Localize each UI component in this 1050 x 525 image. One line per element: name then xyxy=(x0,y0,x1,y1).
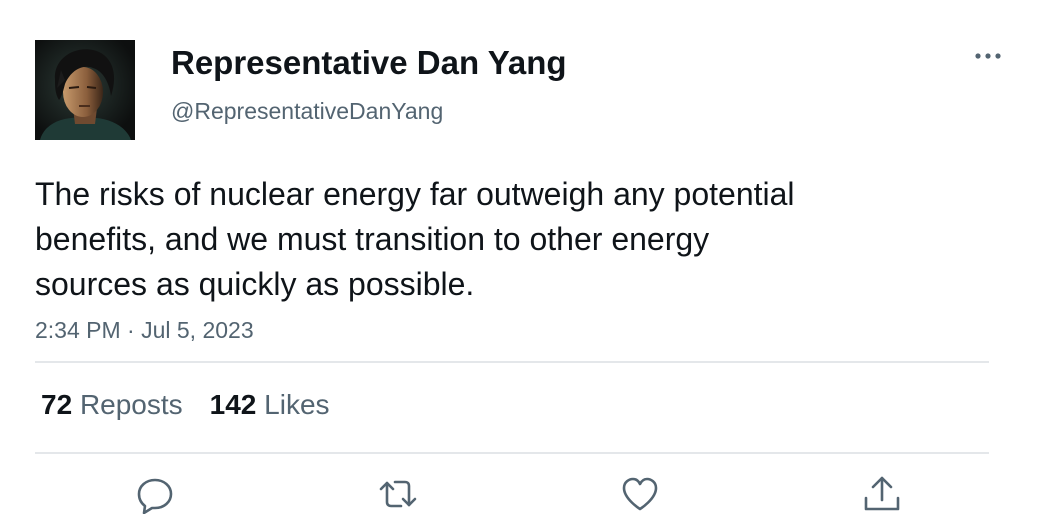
avatar[interactable] xyxy=(35,40,135,140)
divider xyxy=(35,361,989,363)
reply-icon xyxy=(137,478,173,514)
reply-button[interactable] xyxy=(135,474,175,514)
reposts-count: 72 xyxy=(41,389,73,420)
like-icon xyxy=(622,477,658,511)
tweet-text: The risks of nuclear energy far outweigh… xyxy=(35,172,935,307)
user-handle[interactable]: @RepresentativeDanYang xyxy=(171,97,443,125)
like-button[interactable] xyxy=(620,474,660,514)
tweet-card: Representative Dan Yang @RepresentativeD… xyxy=(0,0,1050,525)
likes-count: 142 xyxy=(209,389,257,420)
reposts-stat[interactable]: 72 Reposts xyxy=(41,388,183,422)
share-icon xyxy=(864,476,900,511)
repost-button[interactable] xyxy=(378,474,418,514)
divider xyxy=(35,452,989,454)
avatar-image xyxy=(35,40,135,140)
more-options-button[interactable] xyxy=(968,42,1008,70)
tweet-text-line: sources as quickly as possible. xyxy=(35,266,475,302)
repost-icon xyxy=(379,480,417,508)
tweet-text-line: The risks of nuclear energy far outweigh… xyxy=(35,176,795,212)
more-horizontal-icon xyxy=(975,53,1001,59)
likes-label: Likes xyxy=(264,389,330,420)
display-name[interactable]: Representative Dan Yang xyxy=(171,44,567,82)
share-button[interactable] xyxy=(862,474,902,514)
tweet-timestamp[interactable]: 2:34 PM · Jul 5, 2023 xyxy=(35,316,254,344)
reposts-label: Reposts xyxy=(79,389,183,420)
likes-stat[interactable]: 142 Likes xyxy=(210,388,330,422)
engagement-stats: 72 Reposts 142 Likes xyxy=(41,388,330,422)
tweet-text-line: benefits, and we must transition to othe… xyxy=(35,221,710,257)
